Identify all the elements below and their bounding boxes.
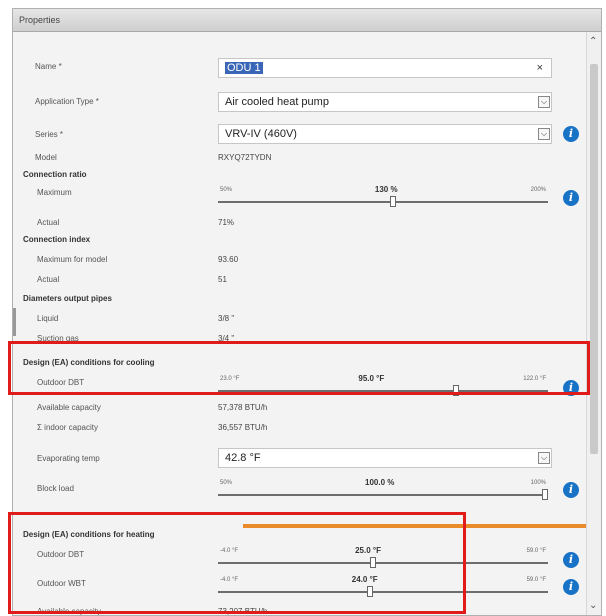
info-icon[interactable]: i bbox=[563, 482, 579, 498]
slider-min-label: 50% bbox=[220, 480, 233, 486]
cooling-highlight-box bbox=[8, 341, 590, 395]
application-type-select[interactable]: Air cooled heat pump ⌵ bbox=[218, 92, 552, 112]
name-value: ODU 1 bbox=[225, 62, 263, 74]
slider-current-label: 130 % bbox=[374, 185, 398, 194]
connection-index-actual: 51 bbox=[218, 275, 227, 284]
chevron-down-icon[interactable]: ⌵ bbox=[538, 128, 550, 140]
chevron-down-icon[interactable]: ⌵ bbox=[538, 452, 550, 464]
slider-max-label: 100% bbox=[530, 480, 546, 486]
heating-highlight-box bbox=[8, 512, 466, 614]
name-field[interactable]: ODU 1 × bbox=[218, 58, 552, 78]
maximum-label: Maximum bbox=[37, 188, 72, 197]
model-label: Model bbox=[35, 153, 57, 162]
scrollbar-thumb[interactable] bbox=[590, 64, 598, 454]
slider-min-label: 50% bbox=[220, 187, 233, 193]
slider-current-label: 100.0 % bbox=[365, 478, 395, 487]
indoor-capacity-label: Σ indoor capacity bbox=[37, 423, 98, 432]
indoor-capacity-value: 36,557 BTU/h bbox=[218, 423, 268, 432]
series-label: Series * bbox=[35, 130, 64, 139]
slider-max-label: 200% bbox=[530, 187, 546, 193]
evaporating-temp-value: 42.8 °F bbox=[225, 452, 261, 464]
panel-title: Properties bbox=[13, 9, 601, 32]
info-icon[interactable]: i bbox=[563, 552, 579, 568]
connection-ratio-slider[interactable]: 50% 130 % 200% bbox=[218, 185, 548, 209]
slider-max-label: 59.0 °F bbox=[526, 577, 546, 583]
liquid-label: Liquid bbox=[37, 314, 59, 323]
block-load-slider[interactable]: 50% 100.0 % 100% bbox=[218, 478, 548, 502]
block-load-label: Block load bbox=[37, 484, 74, 493]
chevron-up-icon[interactable]: ⌃ bbox=[589, 36, 597, 47]
series-select[interactable]: VRV-IV (460V) ⌵ bbox=[218, 124, 552, 144]
info-icon[interactable]: i bbox=[563, 190, 579, 206]
evaporating-temp-select[interactable]: 42.8 °F ⌵ bbox=[218, 448, 552, 468]
slider-track bbox=[218, 201, 548, 203]
slider-thumb[interactable] bbox=[389, 196, 396, 207]
chevron-down-icon[interactable]: ⌵ bbox=[538, 96, 550, 108]
info-icon[interactable]: i bbox=[563, 579, 579, 595]
series-value: VRV-IV (460V) bbox=[225, 128, 297, 140]
evaporating-temp-label: Evaporating temp bbox=[37, 454, 100, 463]
name-label: Name * bbox=[35, 62, 62, 71]
model-value: RXYQ72TYDN bbox=[218, 153, 272, 162]
available-capacity-label: Available capacity bbox=[37, 403, 101, 412]
application-type-label: Application Type * bbox=[35, 97, 99, 106]
slider-track bbox=[218, 494, 548, 496]
slider-thumb[interactable] bbox=[542, 489, 548, 500]
max-for-model-label: Maximum for model bbox=[37, 255, 108, 264]
chevron-down-icon[interactable]: ⌄ bbox=[589, 600, 597, 611]
connection-ratio-header: Connection ratio bbox=[23, 170, 87, 179]
liquid-value: 3/8 " bbox=[218, 314, 235, 323]
actual-label: Actual bbox=[37, 275, 60, 284]
info-icon[interactable]: i bbox=[563, 126, 579, 142]
slider-max-label: 59.0 °F bbox=[526, 548, 546, 554]
clear-icon[interactable]: × bbox=[537, 59, 543, 77]
connection-index-header: Connection index bbox=[23, 235, 91, 244]
available-capacity-value: 57,378 BTU/h bbox=[218, 403, 268, 412]
actual-label: Actual bbox=[37, 218, 60, 227]
scrollbar[interactable]: ⌃ ⌄ bbox=[586, 32, 601, 615]
max-for-model-value: 93.60 bbox=[218, 255, 239, 264]
application-type-value: Air cooled heat pump bbox=[225, 96, 329, 108]
connection-ratio-actual: 71% bbox=[218, 218, 235, 227]
diameters-header: Diameters output pipes bbox=[23, 294, 112, 303]
collapse-handle[interactable] bbox=[13, 308, 16, 336]
